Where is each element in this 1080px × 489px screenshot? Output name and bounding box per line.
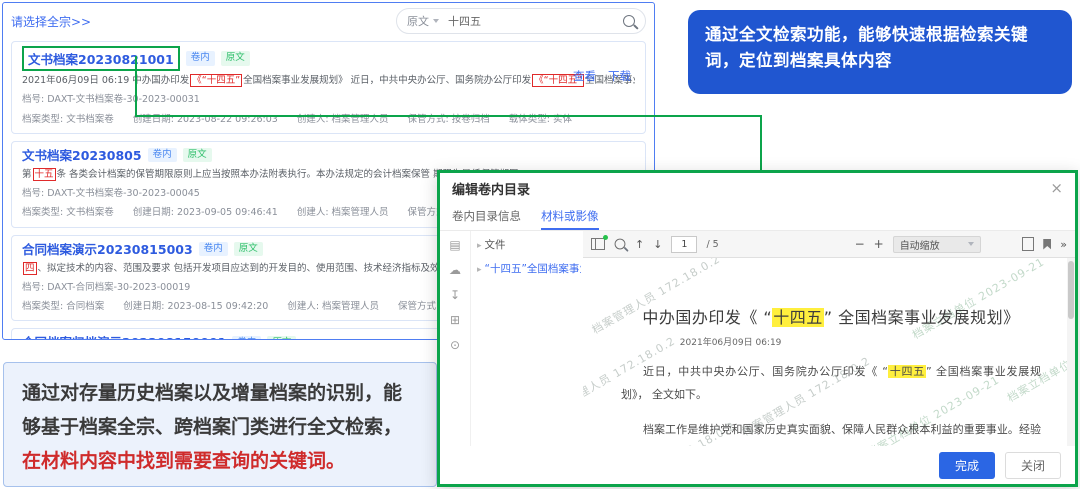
badge-juannei: 卷内 (232, 336, 261, 340)
close-button[interactable]: 关闭 (1005, 452, 1061, 479)
zoom-mode-select[interactable]: 自动缩放 (893, 236, 981, 253)
result-title[interactable]: 文书档案20230805 (22, 148, 142, 163)
modal-header: 编辑卷内目录 × (440, 173, 1075, 203)
scrollbar-thumb[interactable] (1068, 261, 1074, 319)
snippet-text: 2021年06月09日 06:19 中办国办印发 (22, 75, 189, 86)
title-text: 中办国办印发《 “ (642, 308, 772, 327)
tree-root-label: 文件 (485, 239, 506, 251)
paragraph-text: 档案工作是维护党和国家历史真实面貌、保障人民群众根本利益的重要事业。经验得以总结… (621, 423, 1041, 446)
pdf-viewer: ↑ ↓ / 5 − + 自动缩放 » 档案管理人员 172.18.0.2 档案管… (583, 231, 1075, 446)
snippet-text: 全国档案事业发展规划》 近日，中共中央办公厅、国务院办公厅印发 (243, 75, 531, 86)
search-icon[interactable] (623, 15, 635, 27)
zoom-mode-value: 自动缩放 (900, 237, 940, 252)
tree-expand-icon: ▸ (477, 241, 482, 251)
search-bar: 原文 (396, 8, 646, 34)
keyword-highlight: 四 (23, 262, 37, 275)
view-link[interactable]: 查看 (573, 68, 596, 84)
result-title[interactable]: 合同档案演示20230815003 (22, 242, 193, 257)
search-input[interactable] (446, 14, 616, 29)
bookmark-icon[interactable] (1043, 239, 1051, 250)
cloud-upload-icon[interactable]: ☁ (449, 264, 461, 276)
connector-line-horizontal (135, 115, 762, 117)
callout-bubble: 通过全文检索功能，能够快速根据检索关键词，定位到档案具体内容 (688, 10, 1072, 94)
viewer-toolbar: ↑ ↓ / 5 − + 自动缩放 » (583, 231, 1075, 258)
badge-yuanwen: 原文 (183, 148, 212, 162)
sidebar-toggle-icon[interactable] (591, 238, 605, 250)
highlighted-keyword: 十四五 (888, 365, 926, 378)
modal-footer: 完成 关闭 (440, 446, 1075, 484)
modal-tabs: 卷内目录信息 材料或影像 (440, 203, 1075, 231)
page-up-icon[interactable]: ↑ (635, 239, 644, 250)
scrollbar[interactable] (1067, 258, 1075, 446)
keyword-highlight: 《“十四五” (190, 74, 242, 87)
title-text: ” 全国档案事业发展规划》 (824, 308, 1020, 327)
badge-juannei: 卷内 (148, 148, 177, 162)
note-box: 通过对存量历史档案以及增量档案的识别，能够基于档案全宗、跨档案门类进行全文检索，… (3, 362, 437, 487)
tree-item-document[interactable]: ▸“十四五”全国档案事业... (477, 261, 581, 276)
document-paragraph: 近日，中共中央办公厅、国务院办公厅印发《 “十四五” 全国档案事业发展规划》， … (621, 361, 1041, 406)
note-text-red: 在材料内容中找到需要查询的关键词。 (22, 450, 345, 472)
modal-title: 编辑卷内目录 (452, 179, 530, 198)
search-field-select[interactable]: 原文 (407, 13, 439, 29)
find-icon[interactable] (615, 239, 626, 250)
confirm-button[interactable]: 完成 (939, 452, 995, 479)
result-card[interactable]: 文书档案20230821001 卷内 原文 2021年06月09日 06:19 … (11, 41, 646, 134)
connector-line-vertical-2 (760, 115, 762, 173)
note-text: 通过对存量历史档案以及增量档案的识别，能够基于档案全宗、跨档案门类进行全文检索， (22, 382, 402, 438)
document-page: 档案管理人员 172.18.0.2 档案管理人员 172.18.0.2 档案管理… (583, 258, 1075, 446)
badge-yuanwen: 原文 (267, 336, 296, 340)
result-title-row: 文书档案20230805 卷内 原文 (22, 148, 635, 163)
badge-juannei: 卷内 (199, 242, 228, 256)
panel-header: 请选择全宗>> 原文 (11, 8, 646, 34)
result-title[interactable]: 文书档案20230821001 (28, 52, 174, 67)
chevron-down-icon (433, 19, 439, 23)
annotation-green-box: 文书档案20230821001 (22, 46, 180, 71)
print-icon[interactable] (1022, 237, 1034, 251)
zoom-out-icon[interactable]: − (855, 238, 865, 250)
archive-number: 档号: DAXT-文书档案卷-30-2023-00031 (22, 93, 635, 107)
connector-line-vertical-1 (135, 56, 137, 117)
badge-juannei: 卷内 (186, 51, 215, 65)
tree-root-files[interactable]: ▸文件 (477, 237, 581, 252)
page-total: / 5 (706, 239, 718, 250)
more-tools-icon[interactable]: » (1060, 238, 1067, 251)
result-title-row: 文书档案20230821001 卷内 原文 (22, 48, 635, 69)
document-content: 中办国办印发《 “十四五” 全国档案事业发展规划》 2021年06月09日 06… (583, 258, 1075, 446)
snippet-text: 、拟定技术的内容、范围及要求 包括开发项目应达到的开发目的、使用范围、技术经济指… (38, 263, 478, 274)
camera-icon[interactable]: ⊙ (450, 339, 460, 351)
snippet-text: 第 (22, 169, 32, 180)
result-title[interactable]: 合同档案归档演示202308150001 (22, 335, 226, 340)
zoom-in-icon[interactable]: + (874, 238, 884, 250)
copy-icon[interactable]: ▤ (449, 239, 460, 251)
select-fonds-link[interactable]: 请选择全宗>> (11, 13, 91, 30)
badge-yuanwen: 原文 (234, 242, 263, 256)
chevron-down-icon (968, 242, 974, 246)
download-link[interactable]: 下载 (608, 68, 631, 84)
document-paragraph: 档案工作是维护党和国家历史真实面貌、保障人民群众根本利益的重要事业。经验得以总结… (621, 419, 1041, 446)
keyword-highlight: 十五 (33, 168, 56, 181)
tab-volume-catalog-info[interactable]: 卷内目录信息 (452, 203, 521, 230)
close-icon[interactable]: × (1050, 181, 1063, 196)
callout-text: 通过全文检索功能，能够快速根据检索关键词，定位到档案具体内容 (705, 25, 1028, 70)
search-field-value: 原文 (407, 13, 429, 29)
file-tree: ▸文件 ▸“十四五”全国档案事业... (471, 231, 583, 446)
tool-strip: ▤ ☁ ↧ ⊞ ⊙ (440, 231, 471, 446)
scan-icon[interactable]: ⊞ (450, 314, 460, 326)
tab-material-images[interactable]: 材料或影像 (541, 203, 599, 230)
result-actions: 查看 下载 (573, 68, 631, 84)
tree-item-label: “十四五”全国档案事业... (485, 263, 581, 275)
preview-modal: 编辑卷内目录 × 卷内目录信息 材料或影像 ▤ ☁ ↧ ⊞ ⊙ ▸文件 ▸“十四… (437, 170, 1078, 487)
document-title: 中办国办印发《 “十四五” 全国档案事业发展规划》 (621, 304, 1041, 328)
download-icon[interactable]: ↧ (450, 289, 460, 301)
result-snippet: 2021年06月09日 06:19 中办国办印发《“十四五”全国档案事业发展规划… (22, 74, 635, 88)
highlighted-keyword: 十四五 (772, 308, 824, 327)
page-number-input[interactable] (671, 236, 697, 253)
modal-body: ▤ ☁ ↧ ⊞ ⊙ ▸文件 ▸“十四五”全国档案事业... ↑ ↓ / 5 − … (440, 231, 1075, 446)
page-down-icon[interactable]: ↓ (653, 239, 662, 250)
document-date: 2021年06月09日 06:19 (680, 335, 1041, 348)
paragraph-text: 近日，中共中央办公厅、国务院办公厅印发《 “ (643, 365, 888, 378)
badge-yuanwen: 原文 (221, 51, 250, 65)
tree-expand-icon: ▸ (477, 265, 482, 275)
